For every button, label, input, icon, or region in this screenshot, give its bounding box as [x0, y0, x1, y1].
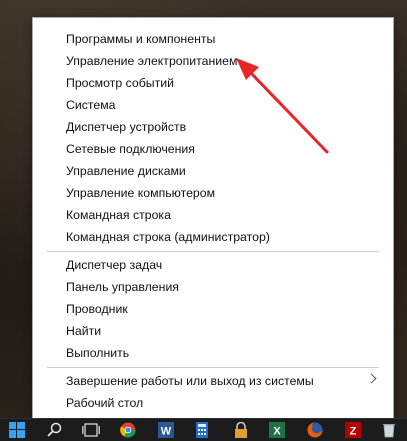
menu-item-file-explorer[interactable]: Проводник: [33, 298, 393, 320]
menu-item-power-options[interactable]: Управление электропитанием: [33, 50, 393, 72]
menu-item-run[interactable]: Выполнить: [33, 342, 393, 364]
menu-item-search[interactable]: Найти: [33, 320, 393, 342]
word-icon[interactable]: W: [151, 419, 181, 441]
svg-text:W: W: [161, 426, 172, 438]
winx-context-menu: Программы и компоненты Управление электр…: [32, 17, 394, 419]
taskbar: W X Z: [0, 418, 407, 441]
chrome-icon[interactable]: [113, 419, 143, 441]
chevron-right-icon: [366, 373, 377, 384]
search-icon[interactable]: [40, 419, 70, 441]
menu-item-network-connections[interactable]: Сетевые подключения: [33, 138, 393, 160]
menu-item-disk-management[interactable]: Управление дисками: [33, 160, 393, 182]
menu-item-computer-management[interactable]: Управление компьютером: [33, 182, 393, 204]
menu-item-device-manager[interactable]: Диспетчер устройств: [33, 116, 393, 138]
menu-item-control-panel[interactable]: Панель управления: [33, 276, 393, 298]
svg-text:X: X: [273, 426, 281, 438]
menu-item-desktop[interactable]: Рабочий стол: [33, 392, 393, 414]
menu-item-command-prompt[interactable]: Командная строка: [33, 204, 393, 226]
filezilla-icon[interactable]: Z: [338, 419, 368, 441]
menu-item-system[interactable]: Система: [33, 94, 393, 116]
menu-item-shutdown-signout[interactable]: Завершение работы или выход из системы: [33, 370, 393, 392]
lock-icon[interactable]: [226, 419, 256, 441]
firefox-icon[interactable]: [300, 419, 330, 441]
windows-start-icon[interactable]: [2, 419, 32, 441]
menu-separator: [47, 367, 379, 368]
menu-item-task-manager[interactable]: Диспетчер задач: [33, 254, 393, 276]
task-view-icon[interactable]: [75, 419, 105, 441]
excel-icon[interactable]: X: [262, 419, 292, 441]
calculator-icon[interactable]: [187, 419, 217, 441]
menu-item-programs-and-features[interactable]: Программы и компоненты: [33, 28, 393, 50]
menu-item-command-prompt-admin[interactable]: Командная строка (администратор): [33, 226, 393, 248]
menu-item-event-viewer[interactable]: Просмотр событий: [33, 72, 393, 94]
menu-separator: [47, 251, 379, 252]
svg-text:Z: Z: [350, 426, 357, 438]
menu-item-label: Завершение работы или выход из системы: [66, 374, 314, 388]
recycle-bin-icon[interactable]: [374, 419, 404, 441]
